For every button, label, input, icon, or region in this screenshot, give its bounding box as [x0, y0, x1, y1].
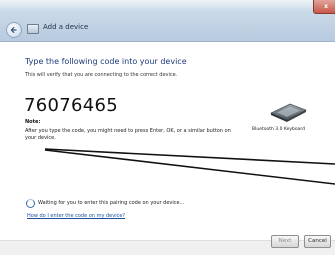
help-link[interactable]: How do I enter the code on my device? [27, 213, 125, 219]
keyboard-icon [270, 103, 307, 122]
page-heading: Type the following code into your device [25, 57, 187, 66]
cancel-button[interactable]: Cancel [304, 235, 331, 248]
device-name: Bluetooth 3.0 Keyboard [252, 127, 306, 132]
note-label: Note: [25, 119, 41, 125]
titlebar-glow [0, 0, 335, 10]
dialog-content: Type the following code into your device… [0, 42, 335, 240]
back-arrow-icon [10, 26, 17, 34]
spinner-icon [26, 199, 35, 208]
window-title: Add a device [43, 23, 89, 31]
pointer-line-upper [44, 148, 335, 165]
note-text: After you type the code, you might need … [25, 128, 231, 141]
close-button[interactable]: x [313, 0, 335, 14]
page-subheading: This will verify that you are connecting… [25, 72, 178, 78]
window-titlebar: Add a device x [0, 0, 335, 42]
pointer-line-lower [44, 149, 335, 185]
pairing-code: 76076465 [24, 95, 119, 116]
waiting-status: Waiting for you to enter this pairing co… [38, 200, 185, 206]
devices-icon [27, 24, 39, 34]
next-button[interactable]: Next [271, 235, 299, 248]
back-button[interactable] [6, 22, 22, 38]
